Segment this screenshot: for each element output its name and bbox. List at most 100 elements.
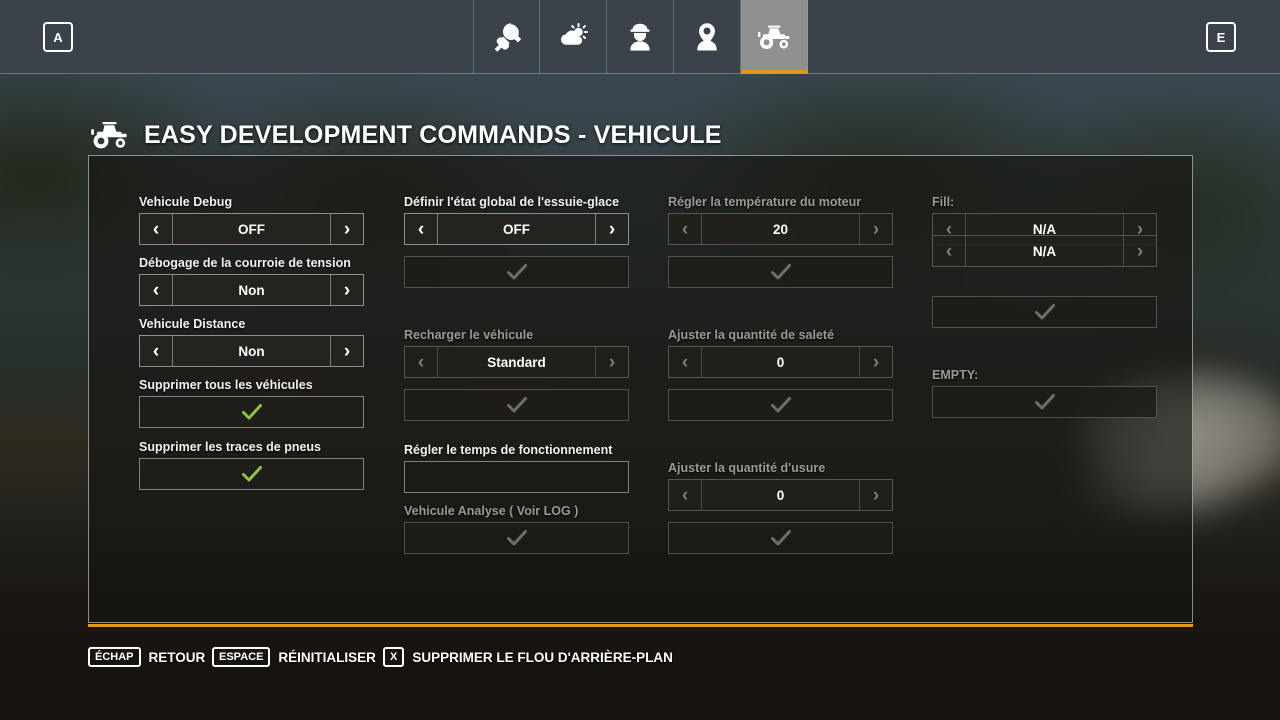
- confirm-check-button[interactable]: [668, 389, 893, 421]
- key-badge: ESPACE: [212, 646, 271, 668]
- chevron-left-icon[interactable]: ‹: [669, 214, 702, 244]
- option-selector[interactable]: ‹ N/A ›: [932, 235, 1157, 267]
- setting-group: [932, 296, 1157, 328]
- check-icon: [506, 396, 528, 414]
- check-icon: [770, 529, 792, 547]
- option-selector[interactable]: ‹ Non ›: [139, 335, 364, 367]
- option-selector[interactable]: ‹ Non ›: [139, 274, 364, 306]
- confirm-check-button[interactable]: [932, 386, 1157, 418]
- setting-group: EMPTY:: [932, 368, 1157, 418]
- option-selector[interactable]: ‹ 0 ›: [668, 346, 893, 378]
- setting-group: [404, 389, 629, 421]
- tab-settings-gear-wrench[interactable]: [473, 0, 540, 74]
- confirm-check-button[interactable]: [668, 256, 893, 288]
- setting-label: Supprimer tous les véhicules: [139, 378, 313, 392]
- setting-group: Supprimer tous les véhicules: [139, 378, 364, 428]
- selector-value: OFF: [503, 221, 530, 237]
- page-title-row: EASY DEVELOPMENT COMMANDS - VEHICULE: [88, 118, 722, 152]
- chevron-right-icon[interactable]: ›: [859, 480, 892, 510]
- footer-hint-retour[interactable]: ÉCHAP RETOUR: [88, 646, 206, 668]
- chevron-right-icon[interactable]: ›: [595, 347, 628, 377]
- footer-hint-réinitialiser[interactable]: ESPACE RÉINITIALISER: [212, 646, 376, 668]
- setting-label: Vehicule Distance: [139, 317, 246, 331]
- chevron-right-icon[interactable]: ›: [595, 214, 628, 244]
- gear-wrench-icon: [490, 20, 524, 54]
- weather-cloud-sun-icon: [556, 20, 590, 54]
- setting-group: Recharger le véhicule ‹ Standard ›: [404, 328, 629, 378]
- check-icon: [1034, 393, 1056, 411]
- prev-page-key-hint[interactable]: A: [43, 22, 73, 52]
- chevron-right-icon[interactable]: ›: [330, 275, 363, 305]
- option-selector[interactable]: ‹ OFF ›: [404, 213, 629, 245]
- confirm-check-button[interactable]: [404, 256, 629, 288]
- key-badge: ÉCHAP: [88, 646, 141, 668]
- setting-label: Recharger le véhicule: [404, 328, 534, 342]
- check-icon: [770, 263, 792, 281]
- option-selector[interactable]: ‹ 0 ›: [668, 479, 893, 511]
- selector-value: 0: [776, 487, 785, 503]
- setting-label: Ajuster la quantité d'usure: [668, 461, 826, 475]
- text-input-field[interactable]: [404, 461, 629, 493]
- setting-group: [668, 522, 893, 554]
- chevron-left-icon[interactable]: ‹: [140, 275, 173, 305]
- setting-group: Vehicule Debug ‹ OFF ›: [139, 195, 364, 245]
- setting-group: [668, 256, 893, 288]
- check-icon: [770, 396, 792, 414]
- chevron-left-icon[interactable]: ‹: [405, 214, 438, 244]
- chevron-right-icon[interactable]: ›: [859, 347, 892, 377]
- setting-group: Vehicule Analyse ( Voir LOG ): [404, 504, 629, 554]
- footer-hint-label: RETOUR: [148, 649, 206, 665]
- setting-label: Débogage de la courroie de tension: [139, 256, 351, 270]
- confirm-check-button[interactable]: [404, 389, 629, 421]
- check-icon: [506, 529, 528, 547]
- tab-weather[interactable]: [540, 0, 607, 74]
- next-page-key-hint[interactable]: E: [1206, 22, 1236, 52]
- chevron-right-icon[interactable]: ›: [859, 214, 892, 244]
- setting-label: EMPTY:: [932, 368, 979, 382]
- selector-value: 0: [776, 354, 785, 370]
- check-icon: [241, 465, 263, 483]
- setting-group: Régler le temps de fonctionnement: [404, 443, 629, 493]
- confirm-check-button[interactable]: [139, 458, 364, 490]
- chevron-left-icon[interactable]: ‹: [933, 236, 966, 266]
- panel-accent-underline: [88, 624, 1193, 627]
- confirm-check-button[interactable]: [932, 296, 1157, 328]
- chevron-left-icon[interactable]: ‹: [140, 214, 173, 244]
- top-navigation-bar: A E: [0, 0, 1280, 74]
- confirm-check-button[interactable]: [668, 522, 893, 554]
- option-selector[interactable]: ‹ Standard ›: [404, 346, 629, 378]
- selector-value: 20: [772, 221, 789, 237]
- chevron-right-icon[interactable]: ›: [330, 336, 363, 366]
- setting-group: Ajuster la quantité d'usure ‹ 0 ›: [668, 461, 893, 511]
- setting-label: Vehicule Analyse ( Voir LOG ): [404, 504, 579, 518]
- tab-map-marker[interactable]: [674, 0, 741, 74]
- chevron-left-icon[interactable]: ‹: [669, 347, 702, 377]
- footer-hint-label: SUPPRIMER LE FLOU D'ARRIÈRE-PLAN: [412, 649, 673, 665]
- option-selector[interactable]: ‹ OFF ›: [139, 213, 364, 245]
- confirm-check-button[interactable]: [139, 396, 364, 428]
- footer-hint-label: RÉINITIALISER: [278, 649, 376, 665]
- farmer-person-icon: [623, 20, 657, 54]
- map-pin-person-icon: [690, 20, 724, 54]
- chevron-right-icon[interactable]: ›: [330, 214, 363, 244]
- selector-value: N/A: [1032, 243, 1057, 259]
- chevron-left-icon[interactable]: ‹: [140, 336, 173, 366]
- check-icon: [1034, 303, 1056, 321]
- selector-value: OFF: [238, 221, 265, 237]
- confirm-check-button[interactable]: [404, 522, 629, 554]
- setting-label: Définir l'état global de l'essuie-glace: [404, 195, 620, 209]
- setting-label: Fill:: [932, 195, 955, 209]
- setting-group: [668, 389, 893, 421]
- tab-farmer[interactable]: [607, 0, 674, 74]
- chevron-left-icon[interactable]: ‹: [669, 480, 702, 510]
- option-selector[interactable]: ‹ 20 ›: [668, 213, 893, 245]
- chevron-right-icon[interactable]: ›: [1123, 236, 1156, 266]
- key-badge: X: [383, 646, 405, 668]
- setting-label: Vehicule Debug: [139, 195, 233, 209]
- tab-vehicle[interactable]: [741, 0, 808, 74]
- game-menu-screen: A E EASY DEVELOPMENT COMMANDS - VEHICULE…: [0, 0, 1280, 720]
- page-title: EASY DEVELOPMENT COMMANDS - VEHICULE: [144, 120, 722, 149]
- footer-hint-supprimer[interactable]: X SUPPRIMER LE FLOU D'ARRIÈRE-PLAN: [383, 646, 673, 668]
- selector-value: Standard: [487, 354, 546, 370]
- chevron-left-icon[interactable]: ‹: [405, 347, 438, 377]
